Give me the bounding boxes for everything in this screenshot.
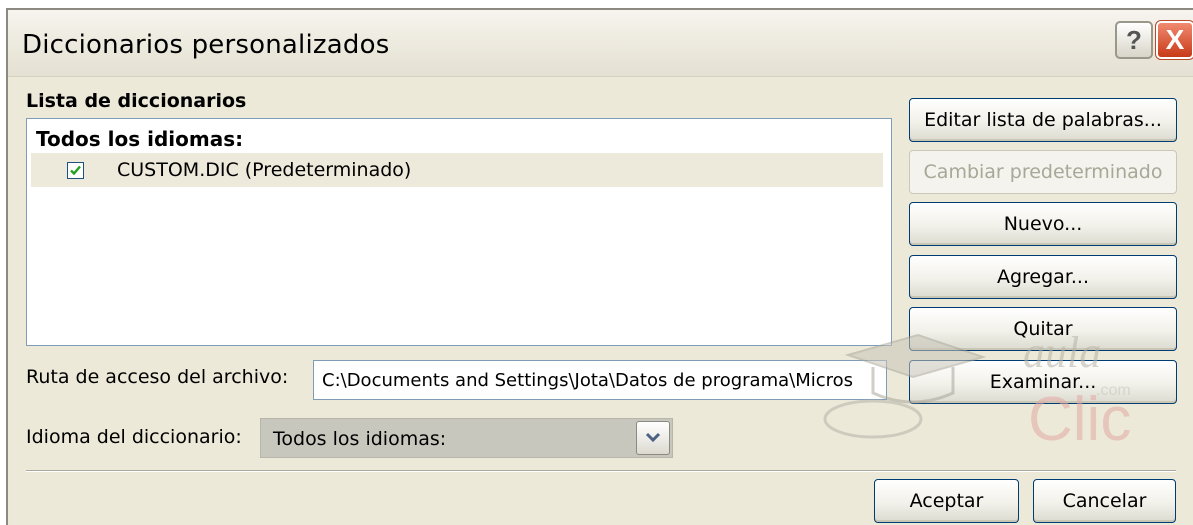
dropdown-arrow-button[interactable] — [636, 421, 670, 455]
window-title: Diccionarios personalizados — [22, 30, 390, 60]
custom-dictionaries-dialog: Diccionarios personalizados ? X Lista de… — [6, 8, 1193, 525]
new-button[interactable]: Nuevo... — [909, 202, 1177, 246]
dictionary-list-label: Lista de diccionarios — [26, 90, 247, 112]
close-button[interactable]: X — [1155, 20, 1193, 60]
add-button[interactable]: Agregar... — [909, 255, 1177, 299]
list-item[interactable]: CUSTOM.DIC (Predeterminado) — [31, 153, 883, 187]
change-default-button[interactable]: Cambiar predeterminado — [909, 150, 1177, 194]
dictionary-checkbox[interactable] — [67, 162, 84, 179]
file-path-label: Ruta de acceso del archivo: — [26, 366, 289, 388]
title-bar: Diccionarios personalizados ? X — [8, 10, 1193, 77]
file-path-value: C:\Documents and Settings\Jota\Datos de … — [322, 370, 854, 391]
edit-word-list-button[interactable]: Editar lista de palabras... — [909, 98, 1177, 142]
cancel-button[interactable]: Cancelar — [1033, 479, 1176, 523]
dictionary-language-label: Idioma del diccionario: — [26, 426, 242, 448]
dictionary-name: CUSTOM.DIC (Predeterminado) — [117, 159, 412, 181]
selected-language: Todos los idiomas: — [273, 428, 447, 450]
divider — [26, 470, 1176, 472]
help-button[interactable]: ? — [1115, 21, 1153, 59]
ok-button[interactable]: Aceptar — [874, 479, 1019, 523]
checkmark-icon — [70, 165, 81, 176]
browse-button[interactable]: Examinar... — [909, 360, 1177, 404]
remove-button[interactable]: Quitar — [909, 307, 1177, 351]
file-path-field[interactable]: C:\Documents and Settings\Jota\Datos de … — [313, 360, 887, 400]
list-group-header: Todos los idiomas: — [36, 127, 244, 151]
chevron-down-icon — [645, 432, 661, 443]
dictionary-list[interactable]: Todos los idiomas: CUSTOM.DIC (Predeterm… — [26, 118, 892, 346]
close-icon: X — [1165, 24, 1185, 55]
question-mark-icon: ? — [1126, 25, 1142, 55]
dictionary-language-select[interactable]: Todos los idiomas: — [260, 418, 673, 458]
